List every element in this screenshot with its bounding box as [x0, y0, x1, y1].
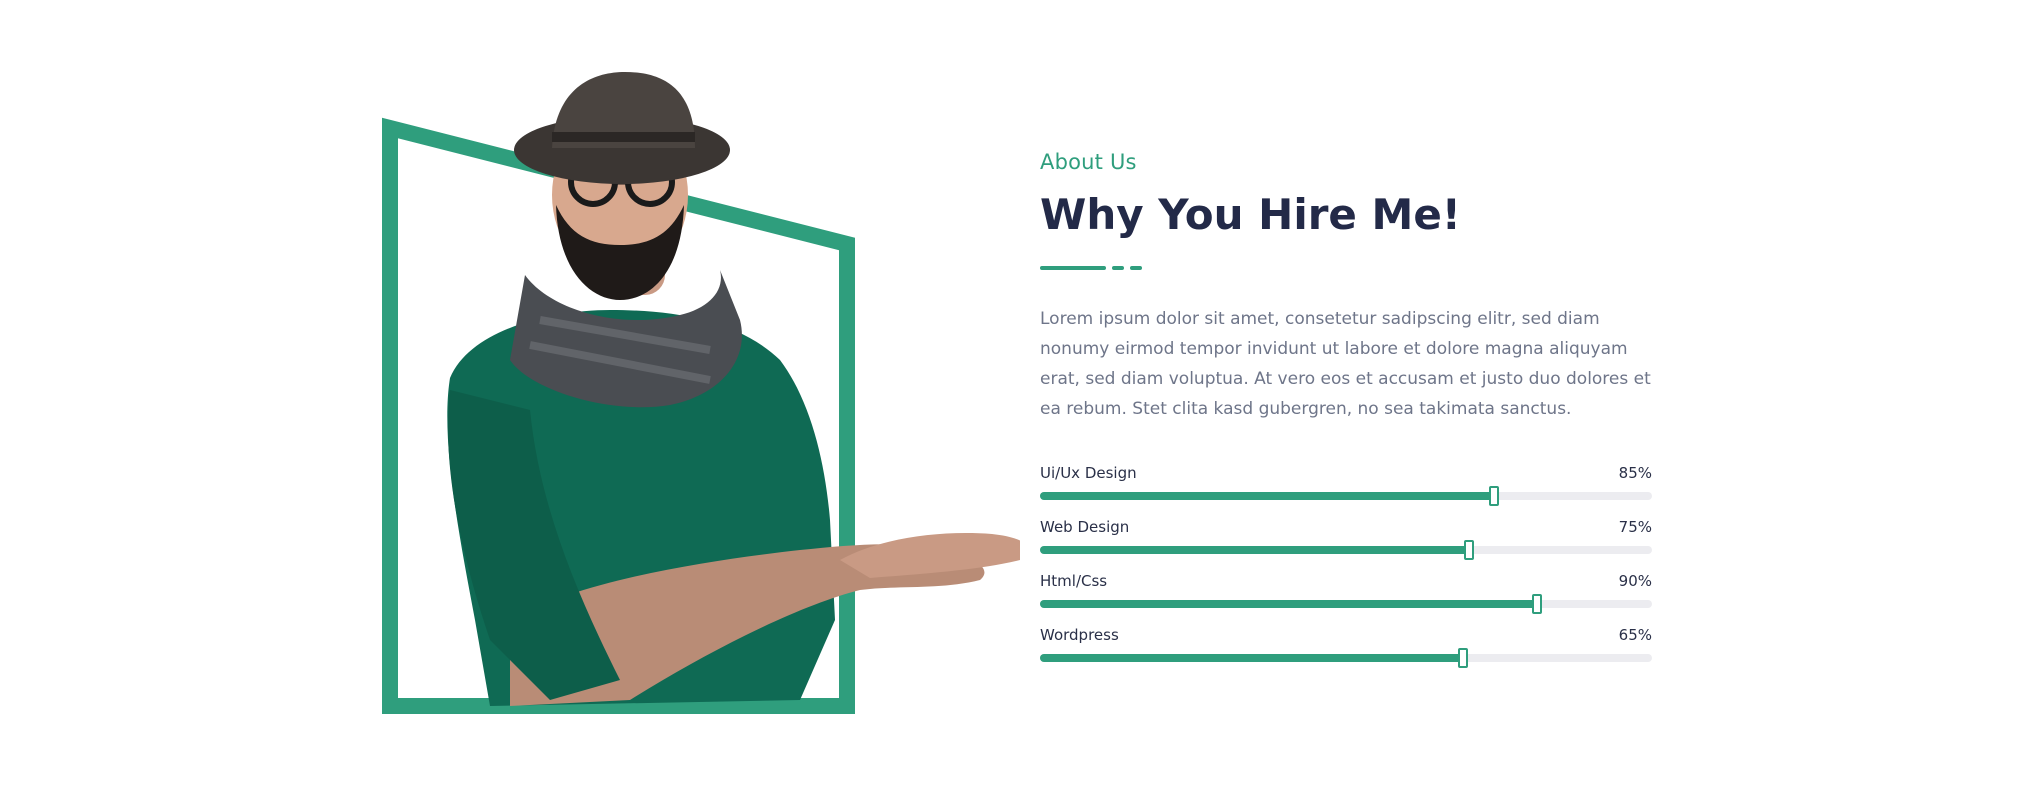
about-content: About Us Why You Hire Me! Lorem ipsum do… [1040, 150, 1652, 680]
skill-item: Wordpress 65% [1040, 626, 1652, 669]
skill-progress-handle[interactable] [1458, 648, 1469, 669]
skill-item: Web Design 75% [1040, 518, 1652, 561]
skill-progress-handle[interactable] [1464, 540, 1475, 561]
skill-label: Wordpress [1040, 626, 1119, 645]
skill-progress-fill [1040, 492, 1493, 501]
skill-percent: 85% [1618, 464, 1652, 483]
title-divider [1040, 266, 1652, 271]
skill-progress-track [1040, 486, 1652, 507]
divider-long [1040, 266, 1106, 271]
skill-progress-fill [1040, 546, 1469, 555]
skill-item: Ui/Ux Design 85% [1040, 464, 1652, 507]
section-description: Lorem ipsum dolor sit amet, consetetur s… [1040, 309, 1651, 420]
skill-progress-handle[interactable] [1488, 486, 1499, 507]
skills-list: Ui/Ux Design 85% Web Design 75% Html/Css… [1040, 464, 1652, 669]
skill-percent: 65% [1618, 626, 1652, 645]
skill-label: Web Design [1040, 518, 1130, 537]
skill-progress-handle[interactable] [1531, 594, 1542, 615]
skill-progress-fill [1040, 600, 1536, 609]
skill-progress-track [1040, 648, 1652, 669]
skill-item: Html/Css 90% [1040, 572, 1652, 615]
portrait-visual [380, 60, 1020, 720]
skill-percent: 75% [1618, 518, 1652, 537]
portrait-illustration [382, 72, 1020, 714]
skill-label: Html/Css [1040, 572, 1108, 591]
about-section: About Us Why You Hire Me! Lorem ipsum do… [0, 0, 2042, 806]
skill-progress-track [1040, 540, 1652, 561]
section-title: Why You Hire Me! [1040, 190, 1461, 239]
section-eyebrow: About Us [1040, 150, 1137, 174]
divider-short [1112, 266, 1124, 271]
skill-label: Ui/Ux Design [1040, 464, 1137, 483]
skill-percent: 90% [1618, 572, 1652, 591]
skill-progress-fill [1040, 654, 1463, 663]
hand-shape [840, 533, 1020, 578]
skill-progress-track [1040, 594, 1652, 615]
divider-short [1130, 266, 1142, 271]
